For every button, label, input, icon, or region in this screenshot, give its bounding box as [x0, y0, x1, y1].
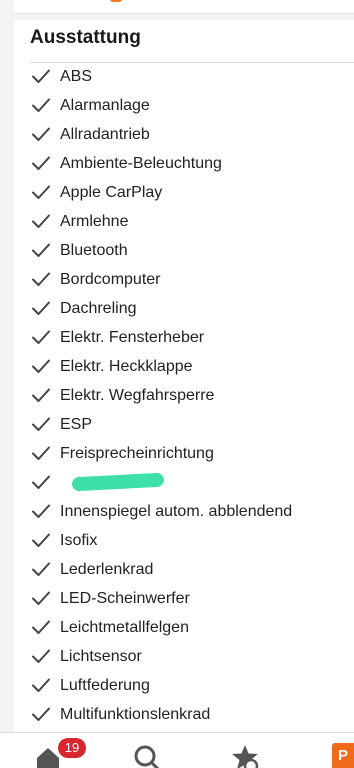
feature-label: Multifunktionslenkrad — [60, 705, 211, 723]
feature-label: ABS — [60, 67, 93, 85]
check-icon — [32, 533, 50, 547]
check-icon — [32, 446, 50, 460]
check-icon — [32, 98, 50, 112]
section-title: Ausstattung — [30, 27, 141, 48]
feature-label: ESP — [60, 415, 93, 433]
feature-label: Alarmanlage — [60, 96, 150, 114]
feature-item: Dachreling — [14, 294, 354, 323]
feature-label: Lichtsensor — [60, 647, 142, 665]
feature-label: Innenspiegel autom. abblendend — [60, 502, 293, 520]
feature-item: Isofix — [14, 526, 354, 555]
check-icon — [32, 504, 50, 518]
app-screen: Ausstattung ABS Alarmanlage Allradantrieb A… — [0, 0, 354, 768]
profile-tab[interactable]: P — [332, 743, 354, 768]
feature-label: Allradantrieb — [60, 125, 150, 143]
check-icon — [32, 301, 50, 315]
feature-item: Lichtsensor — [14, 642, 354, 671]
feature-item: Elektr. Wegfahrsperre — [14, 381, 354, 410]
check-icon — [32, 475, 50, 489]
feature-label: Armlehne — [60, 212, 129, 230]
feature-label: Leichtmetallfelgen — [60, 618, 189, 636]
feature-label: Apple CarPlay — [60, 183, 163, 201]
check-icon — [32, 678, 50, 692]
bottom-nav: 19 P — [0, 732, 354, 768]
feature-label: Elektr. Fensterheber — [60, 328, 205, 346]
feature-item: Bordcomputer — [14, 265, 354, 294]
equipment-card: Ausstattung ABS Alarmanlage Allradantrieb A… — [14, 20, 354, 732]
check-icon — [32, 707, 50, 721]
check-icon — [32, 272, 50, 286]
feature-label: Ambiente-Beleuchtung — [60, 154, 222, 172]
feature-label: Luftfederung — [60, 676, 150, 694]
check-icon — [32, 649, 50, 663]
check-icon — [32, 69, 50, 83]
feature-label: Isofix — [60, 531, 98, 549]
search-icon[interactable] — [133, 744, 161, 768]
feature-label: LED-Scheinwerfer — [60, 589, 190, 607]
feature-label: Lederlenkrad — [60, 560, 154, 578]
feature-item — [14, 468, 354, 497]
feature-item: Ambiente-Beleuchtung — [14, 149, 354, 178]
feature-item: Freisprecheinrichtung — [14, 439, 354, 468]
check-icon — [32, 591, 50, 605]
notification-badge: 19 — [58, 738, 86, 758]
feature-item: Bluetooth — [14, 236, 354, 265]
feature-list: ABS Alarmanlage Allradantrieb Ambiente-Bele… — [14, 62, 354, 729]
feature-label: Bordcomputer — [60, 270, 161, 288]
feature-label: Dachreling — [60, 299, 137, 317]
check-icon — [32, 214, 50, 228]
feature-item: Armlehne — [14, 207, 354, 236]
feature-label: Bluetooth — [60, 241, 128, 259]
feature-label: Elektr. Heckklappe — [60, 357, 193, 375]
check-icon — [32, 388, 50, 402]
feature-item: Leichtmetallfelgen — [14, 613, 354, 642]
feature-item: Allradantrieb — [14, 120, 354, 149]
check-icon — [32, 156, 50, 170]
feature-item: Lederlenkrad — [14, 555, 354, 584]
check-icon — [32, 127, 50, 141]
check-icon — [32, 243, 50, 257]
check-icon — [32, 330, 50, 344]
feature-item: Luftfederung — [14, 671, 354, 700]
accent-fragment — [110, 0, 122, 2]
feature-item: LED-Scheinwerfer — [14, 584, 354, 613]
feature-item: ESP — [14, 410, 354, 439]
check-icon — [32, 359, 50, 373]
check-icon — [32, 620, 50, 634]
feature-item: Elektr. Fensterheber — [14, 323, 354, 352]
feature-label: Elektr. Wegfahrsperre — [60, 386, 215, 404]
star-gear-icon[interactable] — [230, 743, 260, 768]
feature-item: Innenspiegel autom. abblendend — [14, 497, 354, 526]
redaction-mark — [71, 472, 165, 492]
previous-card-edge — [14, 0, 354, 14]
feature-item: Multifunktionslenkrad — [14, 700, 354, 729]
check-icon — [32, 185, 50, 199]
feature-item: Apple CarPlay — [14, 178, 354, 207]
feature-item: Elektr. Heckklappe — [14, 352, 354, 381]
feature-label: Freisprecheinrichtung — [60, 444, 214, 462]
feature-item: ABS — [14, 62, 354, 91]
check-icon — [32, 417, 50, 431]
check-icon — [32, 562, 50, 576]
feature-item: Alarmanlage — [14, 91, 354, 120]
